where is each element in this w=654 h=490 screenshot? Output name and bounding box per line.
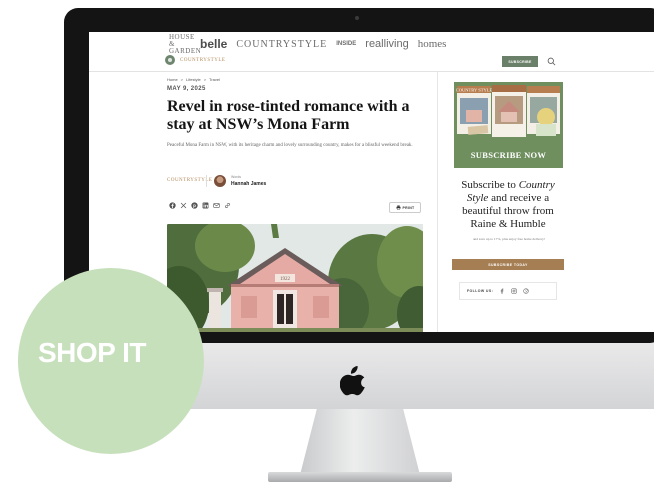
- site-logo[interactable]: COUNTRYSTYLE: [165, 55, 225, 65]
- printer-icon: [396, 205, 400, 210]
- header-divider: [89, 71, 654, 72]
- magazine-masthead: COUNTRY STYLE: [456, 88, 493, 93]
- print-label: PRINT: [402, 205, 415, 210]
- promo-savings-text: and save up to 17%, plus enjoy free home…: [472, 237, 546, 241]
- x-icon[interactable]: [180, 202, 187, 209]
- byline-words-label: Words: [231, 175, 242, 179]
- article-date: MAY 9, 2025: [167, 86, 206, 92]
- author-name[interactable]: Hannah James: [231, 181, 266, 187]
- pinterest-icon[interactable]: p: [191, 202, 198, 209]
- subscribe-now-banner[interactable]: SUBSCRIBE NOW: [454, 148, 563, 162]
- share-bar: p: [169, 202, 231, 209]
- house-sign: 1922: [280, 277, 291, 282]
- brand-link-real-living[interactable]: realliving: [365, 38, 408, 50]
- breadcrumb-lifestyle[interactable]: Lifestyle: [186, 77, 201, 82]
- breadcrumb: Home > Lifestyle > Travel: [167, 77, 220, 82]
- logo-mark-icon: [165, 55, 175, 65]
- svg-text:p: p: [193, 203, 196, 208]
- author-avatar: [214, 175, 226, 187]
- brand-link-homes[interactable]: homes: [418, 38, 447, 50]
- follow-us-label: FOLLOW US:: [467, 289, 494, 293]
- brand-link-belle[interactable]: belle: [200, 37, 227, 51]
- linkedin-icon[interactable]: [202, 202, 209, 209]
- follow-us-box: FOLLOW US:: [459, 282, 557, 300]
- breadcrumb-separator: >: [203, 77, 207, 82]
- product-shot: HOUSE & GARDEN belle COUNTRYSTYLE INSIDE…: [0, 0, 654, 490]
- print-button[interactable]: PRINT: [389, 202, 421, 213]
- breadcrumb-travel[interactable]: Travel: [209, 77, 220, 82]
- imac-stand-foot: [268, 472, 452, 482]
- facebook-icon[interactable]: [499, 288, 505, 294]
- site-logo-text: COUNTRYSTYLE: [180, 57, 226, 63]
- facebook-icon[interactable]: [169, 202, 176, 209]
- byline-divider: [206, 175, 207, 187]
- brand-link-house-garden[interactable]: HOUSE & GARDEN: [169, 33, 201, 55]
- imac-stand: [300, 409, 420, 475]
- breadcrumb-home[interactable]: Home: [167, 77, 178, 82]
- sidebar-divider: [437, 72, 438, 332]
- article-headline: Revel in rose-tinted romance with a stay…: [167, 98, 410, 133]
- subscribe-today-button[interactable]: SUBSCRIBE TODAY: [452, 259, 564, 270]
- search-icon[interactable]: [547, 57, 556, 66]
- subscription-promo: Subscribe to Country Style and receive a…: [451, 179, 565, 231]
- promo-text-1: Subscribe to: [461, 179, 519, 191]
- link-icon[interactable]: [224, 202, 231, 209]
- hero-image: 1922: [167, 224, 423, 332]
- article-standfirst: Peaceful Mona Farm in NSW, with its heri…: [167, 143, 413, 148]
- brand-link-inside[interactable]: INSIDE: [336, 41, 356, 47]
- header-subscribe-button[interactable]: SUBSCRIBE: [502, 56, 538, 67]
- imac-screen: HOUSE & GARDEN belle COUNTRYSTYLE INSIDE…: [89, 32, 654, 332]
- camera-icon: [355, 16, 359, 20]
- breadcrumb-separator: >: [180, 77, 184, 82]
- shop-it-label: SHOP IT: [38, 337, 147, 368]
- instagram-icon[interactable]: [511, 288, 517, 294]
- pinterest-icon[interactable]: [523, 288, 529, 294]
- brand-link-country-style[interactable]: COUNTRYSTYLE: [236, 39, 327, 50]
- email-icon[interactable]: [213, 202, 220, 209]
- apple-logo-icon: [340, 366, 365, 396]
- brand-network-bar: HOUSE & GARDEN belle COUNTRYSTYLE INSIDE…: [169, 33, 447, 55]
